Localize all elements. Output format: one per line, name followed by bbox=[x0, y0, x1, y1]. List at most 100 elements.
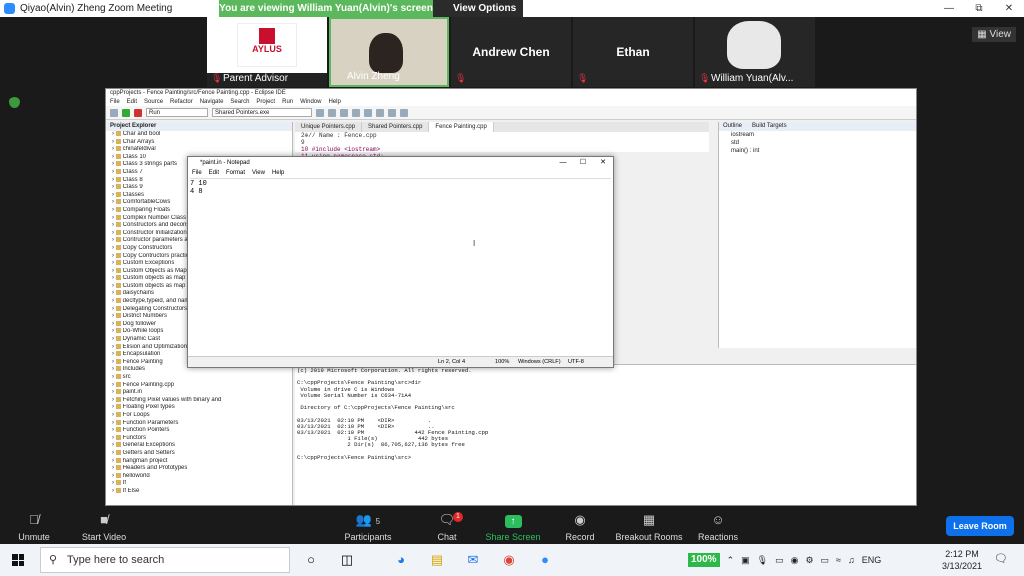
project-tree-item[interactable]: › If bbox=[106, 480, 292, 488]
project-tree-item[interactable]: › hangman project bbox=[106, 457, 292, 466]
menu-item[interactable]: Refactor bbox=[170, 98, 193, 106]
editor-tab[interactable]: Shared Pointers.cpp bbox=[362, 122, 430, 132]
start-video-button[interactable]: ■̸ Start Video bbox=[64, 511, 144, 542]
restore-icon[interactable]: ⧉ bbox=[964, 0, 994, 17]
project-tree-item[interactable]: › Function Parameters bbox=[106, 419, 292, 428]
participant-tile[interactable]: Ethan 🎙 bbox=[573, 17, 693, 87]
menu-item[interactable]: Format bbox=[226, 169, 245, 178]
mail-icon[interactable]: ✉ bbox=[464, 551, 482, 569]
zoom-app-icon[interactable]: ● bbox=[536, 551, 554, 569]
record-button[interactable]: ◉ Record bbox=[540, 511, 620, 542]
language-indicator[interactable]: ENG bbox=[862, 555, 882, 565]
menu-item[interactable]: Source bbox=[144, 98, 163, 106]
participant-tile[interactable]: 🎙 William Yuan(Alv... bbox=[695, 17, 815, 87]
microphone-icon[interactable]: 🎙 bbox=[757, 555, 768, 566]
menu-item[interactable]: View bbox=[252, 169, 265, 178]
project-tree-item[interactable]: › Function Pointers bbox=[106, 427, 292, 435]
file-explorer-icon[interactable]: ▤ bbox=[428, 551, 446, 569]
toolbar-icon[interactable] bbox=[376, 108, 384, 117]
toolbar-icon[interactable] bbox=[328, 108, 336, 117]
build-targets-tab[interactable]: Build Targets bbox=[752, 122, 787, 131]
toolbar-icon[interactable] bbox=[400, 108, 408, 117]
volume-icon[interactable]: ♫ bbox=[848, 555, 855, 565]
menu-item[interactable]: Navigate bbox=[200, 98, 224, 106]
menu-item[interactable]: File bbox=[192, 169, 202, 178]
chrome-icon[interactable]: ◉ bbox=[500, 551, 518, 569]
project-tree-item[interactable]: › Char and bool bbox=[106, 131, 292, 139]
battery-icon[interactable]: ▭ bbox=[821, 555, 830, 566]
editor-tab[interactable]: Unique Pointers.cpp bbox=[295, 122, 363, 132]
view-options-button[interactable]: View Options ▾ bbox=[433, 0, 523, 31]
menu-item[interactable]: Edit bbox=[127, 98, 137, 106]
windows-start-icon[interactable] bbox=[12, 554, 24, 566]
close-icon[interactable]: ✕ bbox=[593, 157, 613, 169]
menu-item[interactable]: File bbox=[110, 98, 120, 106]
toolbar-icon[interactable] bbox=[352, 108, 360, 117]
close-icon[interactable]: ✕ bbox=[994, 0, 1024, 17]
project-tree-item[interactable]: › src bbox=[106, 374, 292, 382]
settings-icon[interactable]: ⚙ bbox=[805, 555, 813, 566]
project-tree-item[interactable]: › Fence Painting.cpp bbox=[106, 381, 292, 390]
outline-item[interactable]: main() : int bbox=[719, 147, 916, 155]
minimize-icon[interactable]: — bbox=[934, 0, 964, 17]
participants-button[interactable]: 👥 5 Participants bbox=[328, 511, 408, 542]
project-tree-item[interactable]: › Fetching Pixel values with binary and bbox=[106, 396, 292, 405]
menu-item[interactable]: Help bbox=[272, 169, 284, 178]
menu-item[interactable]: Project bbox=[256, 98, 275, 106]
wifi-icon[interactable]: ≈ bbox=[836, 555, 841, 565]
chevron-up-icon[interactable]: ⌃ bbox=[727, 555, 735, 566]
task-view-icon[interactable]: ◫ bbox=[338, 551, 356, 569]
maximize-icon[interactable]: ☐ bbox=[573, 157, 593, 169]
notepad-text-area[interactable]: 7 10 4 8 bbox=[190, 178, 611, 355]
run-mode-select[interactable]: Run bbox=[146, 108, 208, 117]
taskbar-search[interactable]: ⚲ Type here to search bbox=[40, 547, 290, 573]
menu-item[interactable]: Search bbox=[230, 98, 249, 106]
reactions-button[interactable]: ☺ Reactions bbox=[678, 511, 758, 542]
display-icon[interactable]: ▭ bbox=[775, 555, 784, 566]
breakout-rooms-button[interactable]: ▦ Breakout Rooms bbox=[609, 511, 689, 542]
camera-icon[interactable]: ◉ bbox=[791, 555, 799, 566]
run-icon[interactable] bbox=[122, 108, 130, 117]
console-output[interactable]: (c) 2019 Microsoft Corporation. All righ… bbox=[295, 364, 916, 505]
stop-icon[interactable] bbox=[134, 108, 142, 117]
clock[interactable]: 2:12 PM 3/13/2021 bbox=[938, 548, 986, 572]
project-tree-item[interactable]: › For Loops bbox=[106, 411, 292, 420]
battery-percent[interactable]: 100% bbox=[688, 553, 720, 567]
participant-tile[interactable]: Andrew Chen 🎙 bbox=[451, 17, 571, 87]
teams-icon[interactable]: ▣ bbox=[741, 555, 750, 566]
cortana-icon[interactable]: ○ bbox=[302, 551, 320, 569]
project-tree-item[interactable]: › Getters and Setters bbox=[106, 449, 292, 458]
leave-room-button[interactable]: Leave Room bbox=[946, 516, 1014, 536]
project-tree-item[interactable]: › Functors bbox=[106, 434, 292, 443]
security-shield-icon[interactable] bbox=[9, 97, 20, 108]
edge-icon[interactable]: ◕ bbox=[392, 551, 410, 569]
project-tree-item[interactable]: › General Exceptions bbox=[106, 442, 292, 450]
participant-tile[interactable]: AYLUS 🎙 Parent Advisor bbox=[207, 17, 327, 87]
editor-tab-active[interactable]: Fence Painting.cpp bbox=[429, 122, 494, 132]
project-tree-item[interactable]: › If Else bbox=[106, 487, 292, 496]
project-tree-item[interactable]: › Headers and Prototypes bbox=[106, 465, 292, 473]
minimize-icon[interactable]: — bbox=[553, 157, 573, 169]
outline-item[interactable]: std bbox=[719, 139, 916, 147]
project-tree-item[interactable]: › helloworld bbox=[106, 472, 292, 481]
menu-item[interactable]: Help bbox=[328, 98, 340, 106]
menu-item[interactable]: Run bbox=[282, 98, 293, 106]
outline-tab[interactable]: Outline bbox=[723, 122, 742, 131]
notification-icon[interactable]: 🗨 bbox=[994, 552, 1008, 565]
launch-config-select[interactable]: Shared Pointers.exe bbox=[212, 108, 312, 117]
code-editor[interactable]: 2⊕// Name : Fence.cpp 9 10 #include <ios… bbox=[295, 132, 709, 160]
toolbar-icon[interactable] bbox=[316, 108, 324, 117]
project-tree-item[interactable]: › Floating Pixel types bbox=[106, 404, 292, 412]
outline-item[interactable]: iostream bbox=[719, 131, 916, 139]
project-tree-item[interactable]: › paint.in bbox=[106, 389, 292, 397]
view-button[interactable]: ▦ View bbox=[972, 27, 1016, 42]
participant-tile-active[interactable]: Alvin Zheng bbox=[329, 17, 449, 87]
unmute-button[interactable]: 🎙̸ Unmute bbox=[0, 511, 74, 542]
project-tree-item[interactable]: › Char Arrays bbox=[106, 138, 292, 147]
toolbar-icon[interactable] bbox=[388, 108, 396, 117]
menu-item[interactable]: Window bbox=[300, 98, 321, 106]
menu-item[interactable]: Edit bbox=[209, 169, 219, 178]
toolbar-icon[interactable] bbox=[364, 108, 372, 117]
build-icon[interactable] bbox=[110, 108, 118, 117]
toolbar-icon[interactable] bbox=[340, 108, 348, 117]
